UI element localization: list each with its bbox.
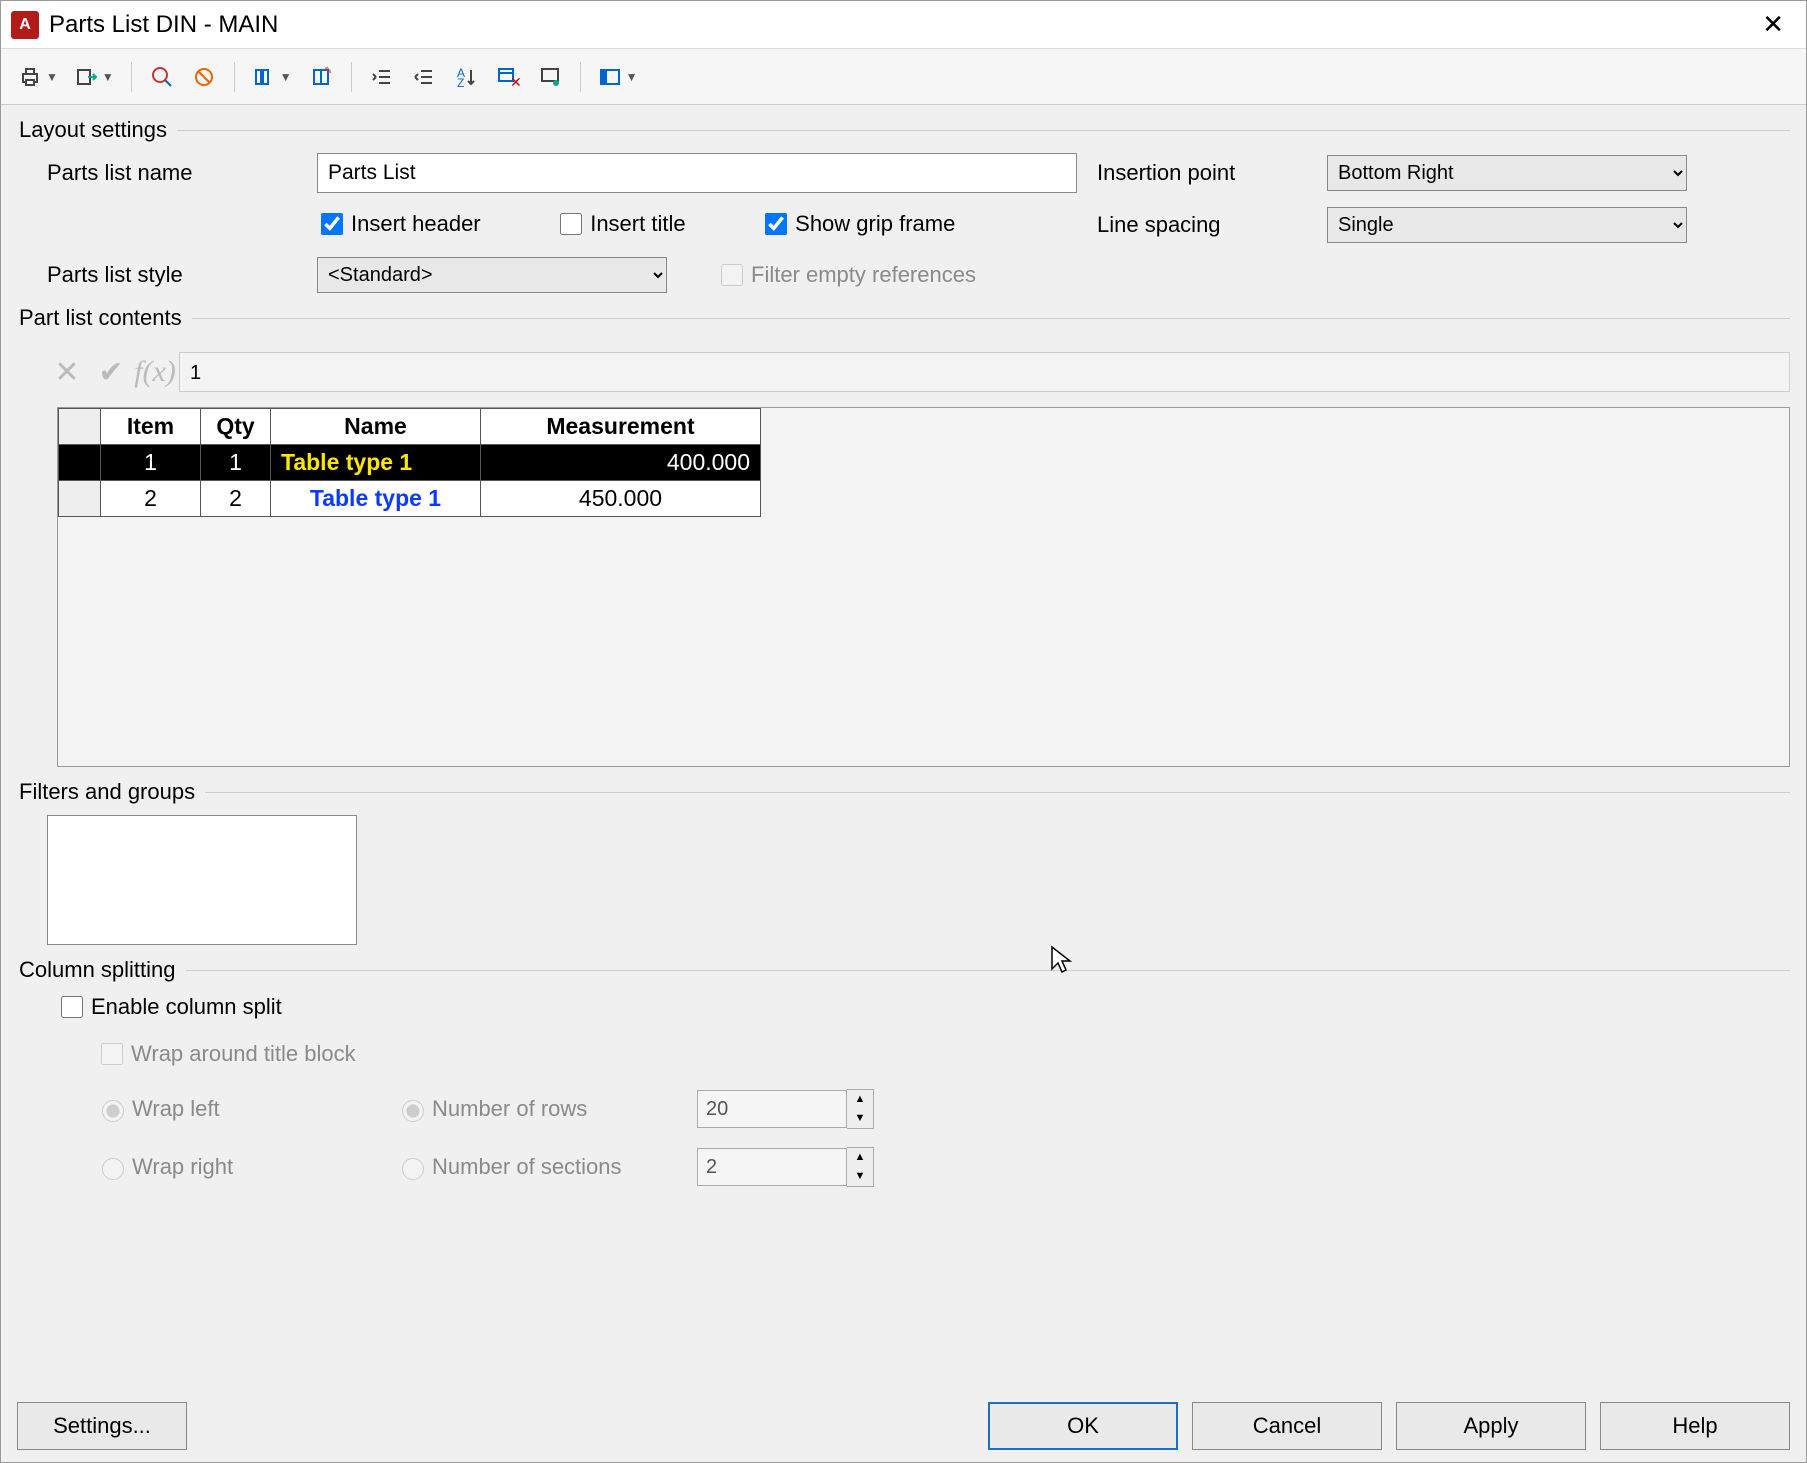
part-list-contents-legend: Part list contents (17, 305, 192, 331)
toolbar: ▼ ▼ ▼ ✎ AZ ✕ ▼ (1, 49, 1806, 105)
cell-measurement[interactable]: 450.000 (481, 481, 761, 517)
sort-icon[interactable]: AZ (448, 59, 484, 95)
outdent-icon[interactable] (364, 59, 400, 95)
formula-cancel-icon[interactable]: ✕ (47, 352, 87, 392)
svg-text:✕: ✕ (510, 74, 520, 89)
parts-list-name-label: Parts list name (47, 160, 277, 186)
dialog-window: A Parts List DIN - MAIN ✕ ▼ ▼ ▼ ✎ AZ ✕ ▼… (0, 0, 1807, 1463)
column-props-icon[interactable]: ✎ (303, 59, 339, 95)
spin-up-icon: ▲ (847, 1090, 873, 1109)
number-of-rows-radio: Number of rows (397, 1096, 697, 1122)
formula-input[interactable]: 1 (179, 352, 1790, 392)
line-spacing-select[interactable]: Single (1327, 207, 1687, 243)
cell-item[interactable]: 2 (101, 481, 201, 517)
cancel-button[interactable]: Cancel (1192, 1402, 1382, 1450)
spin-down-icon: ▼ (847, 1109, 873, 1128)
col-item[interactable]: Item (101, 409, 201, 445)
filters-listbox[interactable] (47, 815, 357, 945)
col-measurement[interactable]: Measurement (481, 409, 761, 445)
column-splitting-legend: Column splitting (17, 957, 186, 983)
wrap-right-radio: Wrap right (97, 1154, 397, 1180)
help-button[interactable]: Help (1600, 1402, 1790, 1450)
parts-table[interactable]: Item Qty Name Measurement 1 1 Table type… (58, 408, 761, 517)
part-list-contents-group: Part list contents ✕ ✔ f(x) 1 Item Qty N… (17, 305, 1790, 767)
close-button[interactable]: ✕ (1750, 9, 1796, 40)
formula-bar: ✕ ✔ f(x) 1 (47, 347, 1790, 397)
balloon-add-icon[interactable] (144, 59, 180, 95)
parts-list-name-input[interactable] (317, 153, 1077, 193)
spin-up-icon: ▲ (847, 1148, 873, 1167)
cell-name[interactable]: Table type 1 (271, 445, 481, 481)
export-icon[interactable]: ▼ (69, 59, 119, 95)
svg-text:Z: Z (457, 76, 464, 89)
settings-button[interactable]: Settings... (17, 1402, 187, 1450)
col-qty[interactable]: Qty (201, 409, 271, 445)
insertion-point-label: Insertion point (1097, 160, 1327, 186)
spin-down-icon: ▼ (847, 1167, 873, 1186)
apply-button[interactable]: Apply (1396, 1402, 1586, 1450)
cell-item[interactable]: 1 (101, 445, 201, 481)
parts-list-style-select[interactable]: <Standard> (317, 257, 667, 293)
balloon-remove-icon[interactable] (186, 59, 222, 95)
cell-measurement[interactable]: 400.000 (481, 445, 761, 481)
table-row[interactable]: 1 1 Table type 1 400.000 (59, 445, 761, 481)
props-icon[interactable] (532, 59, 568, 95)
table-row[interactable]: 2 2 Table type 1 450.000 (59, 481, 761, 517)
insert-header-checkbox[interactable]: Insert header (317, 210, 481, 238)
columns-icon[interactable]: ▼ (247, 59, 297, 95)
line-spacing-label: Line spacing (1097, 212, 1327, 238)
layout-settings-group: Layout settings Parts list name Insertio… (17, 117, 1790, 293)
filter-empty-checkbox: Filter empty references (717, 261, 976, 289)
cell-qty[interactable]: 2 (201, 481, 271, 517)
wrap-title-checkbox: Wrap around title block (97, 1040, 356, 1068)
parts-table-container: Item Qty Name Measurement 1 1 Table type… (57, 407, 1790, 767)
dialog-footer: Settings... OK Cancel Apply Help (1, 1390, 1806, 1462)
layout-settings-legend: Layout settings (17, 117, 177, 143)
enable-column-split-checkbox[interactable]: Enable column split (57, 993, 282, 1021)
number-of-sections-spinner: ▲▼ (697, 1147, 907, 1187)
svg-text:✎: ✎ (324, 66, 332, 77)
filters-groups-legend: Filters and groups (17, 779, 205, 805)
number-of-rows-spinner: ▲▼ (697, 1089, 907, 1129)
column-splitting-group: Column splitting Enable column split Wra… (17, 957, 1790, 1187)
insertion-point-select[interactable]: Bottom Right (1327, 155, 1687, 191)
layout-icon[interactable]: ▼ (593, 59, 643, 95)
window-title: Parts List DIN - MAIN (49, 11, 278, 39)
formula-fx-icon[interactable]: f(x) (135, 352, 175, 392)
formula-accept-icon[interactable]: ✔ (91, 352, 131, 392)
table-remove-icon[interactable]: ✕ (490, 59, 526, 95)
ok-button[interactable]: OK (988, 1402, 1178, 1450)
number-of-sections-radio: Number of sections (397, 1154, 697, 1180)
col-name[interactable]: Name (271, 409, 481, 445)
wrap-left-radio: Wrap left (97, 1096, 397, 1122)
titlebar: A Parts List DIN - MAIN ✕ (1, 1, 1806, 49)
table-header-row: Item Qty Name Measurement (59, 409, 761, 445)
insert-title-checkbox[interactable]: Insert title (556, 210, 685, 238)
parts-list-style-label: Parts list style (47, 262, 277, 288)
filters-groups-group: Filters and groups (17, 779, 1790, 945)
cell-name[interactable]: Table type 1 (271, 481, 481, 517)
cell-qty[interactable]: 1 (201, 445, 271, 481)
indent-icon[interactable] (406, 59, 442, 95)
row-header-blank (59, 409, 101, 445)
show-grip-checkbox[interactable]: Show grip frame (761, 210, 955, 238)
app-icon: A (11, 11, 39, 39)
print-icon[interactable]: ▼ (13, 59, 63, 95)
